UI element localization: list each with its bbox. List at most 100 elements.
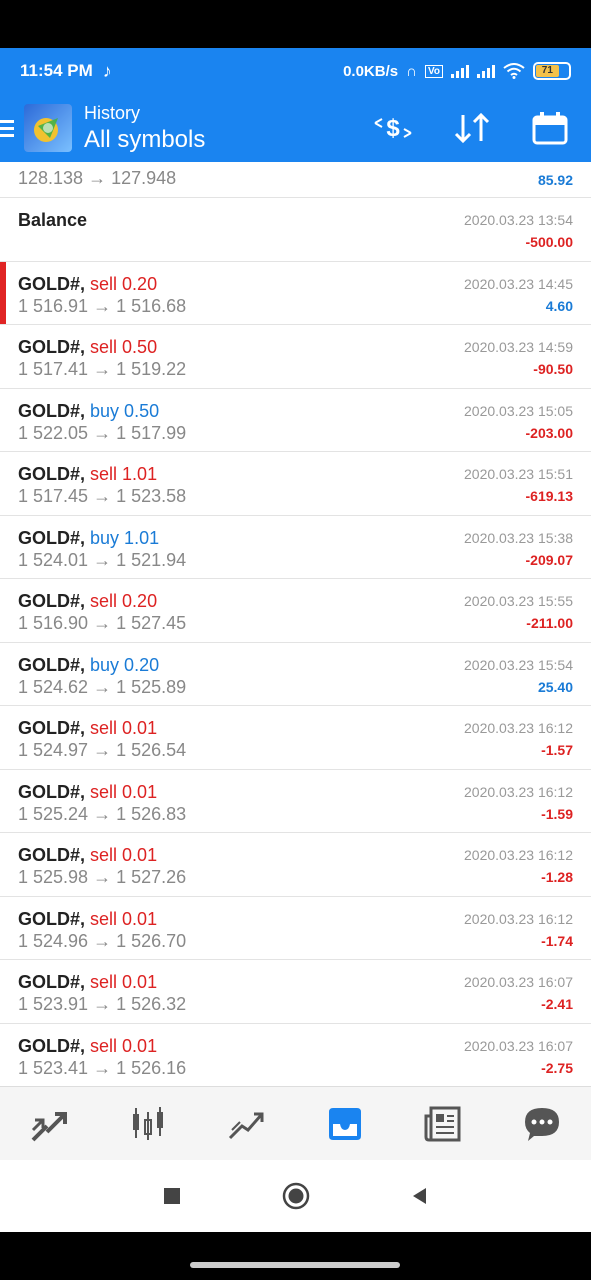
trade-profit: -619.13 <box>525 488 573 504</box>
trade-action: buy 0.50 <box>90 400 160 421</box>
trade-title: GOLD#, sell 0.01 <box>18 782 157 803</box>
trade-date: 2020.03.23 15:38 <box>464 529 573 546</box>
trade-action: sell 0.50 <box>90 337 158 357</box>
trade-prices: 1 524.97 → 1 526.54 <box>18 740 187 760</box>
list-item[interactable]: GOLD#, sell 0.20 1 516.90 → 1 527.45 2020.… <box>0 579 591 643</box>
trade-action: buy 1.01 <box>90 527 160 548</box>
trade-date: 2020.03.23 15:55 <box>464 593 573 609</box>
trade-title: GOLD#, sell 0.50 <box>18 337 157 358</box>
trade-profit: -203.00 <box>525 424 573 441</box>
trade-title: GOLD#, sell 0.01 <box>18 972 157 993</box>
trade-title: GOLD#, buy 1.01 <box>18 528 159 549</box>
trade-title: GOLD#, sell 0.01 <box>18 909 157 930</box>
trade-profit: -1.74 <box>541 932 573 949</box>
trade-prices: 1 517.45 → 1 523.58 <box>18 486 187 506</box>
trade-symbol: GOLD#, <box>18 908 86 929</box>
trade-profit: 25.40 <box>537 678 573 695</box>
list-item[interactable]: GOLD#, sell 0.50 1 517.41 → 1 519.22 2020.… <box>0 325 591 389</box>
menu-icon[interactable] <box>0 119 14 137</box>
history-icon[interactable] <box>317 1096 373 1152</box>
trade-date: 2020.03.23 16:12 <box>464 910 573 927</box>
trade-symbol: GOLD#, <box>18 718 86 738</box>
recents-icon[interactable] <box>162 1186 182 1206</box>
volte-icon: Vo <box>424 64 443 78</box>
calendar-icon[interactable] <box>531 110 569 146</box>
list-item[interactable]: GOLD#, sell 0.01 1 525.24 → 1 526.83 2020.… <box>0 770 591 833</box>
home-icon[interactable] <box>282 1182 310 1210</box>
status-time: 11:54 PM <box>20 61 93 80</box>
trade-profit: 4.60 <box>545 297 573 314</box>
trade-profit: -1.57 <box>541 742 573 758</box>
trade-date: 2020.03.23 16:07 <box>464 1037 573 1054</box>
trade-title: GOLD#, sell 0.20 <box>18 591 157 612</box>
trade-date: 2020.03.23 14:59 <box>464 339 573 355</box>
trade-symbol: GOLD#, <box>18 591 86 611</box>
trade-date: 2020.03.23 15:54 <box>464 656 573 673</box>
trade-symbol: GOLD#, <box>18 845 86 865</box>
tiktok-icon: ♪ <box>102 60 112 81</box>
trade-action: sell 0.01 <box>90 972 158 992</box>
list-item[interactable]: GOLD#, sell 0.20 1 516.91 → 1 516.68 2020.… <box>0 261 591 325</box>
wifi-icon <box>503 63 525 79</box>
sort-icon[interactable] <box>453 111 491 145</box>
quotes-icon[interactable] <box>21 1096 77 1152</box>
list-item[interactable]: GOLD#, sell 0.01 1 524.97 → 1 526.54 2020.… <box>0 706 591 770</box>
trade-date: 2020.03.23 15:05 <box>464 402 573 419</box>
list-item[interactable]: GOLD#, sell 0.01 1 523.41 → 1 526.16 2020.… <box>0 1024 591 1087</box>
signal-icon <box>451 64 469 78</box>
trade-profit: -2.75 <box>541 1059 573 1076</box>
trade-prices: 1 524.01 → 1 521.94 <box>18 549 187 570</box>
list-item[interactable]: GOLD#, sell 0.01 1 525.98 → 1 527.26 2020.… <box>0 833 591 897</box>
list-item[interactable]: GOLD#, sell 0.01 1 524.96 → 1 526.70 2020.… <box>0 897 591 960</box>
news-icon[interactable] <box>415 1096 471 1152</box>
trade-date: 2020.03.23 16:12 <box>464 720 573 736</box>
trade-date: 2020.03.23 16:12 <box>464 847 573 863</box>
trade-profit: 85.92 <box>537 172 573 188</box>
trade-action: buy 0.20 <box>90 654 160 675</box>
trade-date: 2020.03.23 13:54 <box>464 212 573 228</box>
svg-text:$: $ <box>386 115 400 142</box>
battery-icon: 71 <box>533 62 571 80</box>
trade-title: GOLD#, sell 0.01 <box>18 845 157 866</box>
messages-icon[interactable] <box>514 1096 570 1152</box>
trade-symbol: GOLD#, <box>18 337 86 357</box>
list-item[interactable]: GOLD#, buy 0.50 1 522.05 → 1 517.99 2020.0… <box>0 389 591 452</box>
trade-profit: -211.00 <box>526 615 573 631</box>
bottom-nav <box>0 1086 591 1160</box>
trade-profit: -209.07 <box>525 551 573 568</box>
list-item[interactable]: 128.138 → 127.948 85.92 <box>0 162 591 198</box>
trade-action: sell 0.01 <box>90 908 158 929</box>
trade-action: sell 0.20 <box>90 591 158 611</box>
list-item[interactable]: GOLD#, sell 0.01 1 523.91 → 1 526.32 2020.… <box>0 960 591 1024</box>
trade-action: sell 0.01 <box>90 781 158 802</box>
trade-icon[interactable] <box>218 1096 274 1152</box>
currency-filter-icon[interactable]: $ <box>373 111 413 145</box>
trade-symbol: GOLD#, <box>18 972 86 992</box>
trade-prices: 1 522.05 → 1 517.99 <box>18 422 187 443</box>
page-title[interactable]: All symbols <box>84 126 205 154</box>
trade-profit: -1.59 <box>541 805 573 822</box>
trade-action: sell 0.01 <box>90 845 158 865</box>
list-item[interactable]: GOLD#, sell 1.01 1 517.45 → 1 523.58 2020.… <box>0 452 591 516</box>
history-list[interactable]: 128.138 → 127.948 85.92 Balance 2020.03.… <box>0 162 591 1086</box>
balance-row[interactable]: Balance 2020.03.23 13:54 -500.00 <box>0 198 591 262</box>
list-item[interactable]: GOLD#, buy 1.01 1 524.01 → 1 521.94 2020.0… <box>0 516 591 579</box>
list-item[interactable]: GOLD#, buy 0.20 1 524.62 → 1 525.89 2020.0… <box>0 643 591 706</box>
trade-title: GOLD#, sell 1.01 <box>18 464 157 485</box>
trade-action: sell 0.01 <box>90 718 158 738</box>
top-bezel <box>0 0 591 48</box>
trade-prices: 128.138 → 127.948 <box>18 168 177 188</box>
trade-symbol: GOLD#, <box>18 273 86 294</box>
balance-label: Balance <box>18 210 88 230</box>
trade-date: 2020.03.23 15:51 <box>464 466 573 482</box>
trade-prices: 1 517.41 → 1 519.22 <box>18 359 187 379</box>
trade-profit: -500.00 <box>525 234 573 250</box>
trade-symbol: GOLD#, <box>18 1035 86 1056</box>
gesture-bar[interactable] <box>190 1262 400 1268</box>
chart-icon[interactable] <box>120 1096 176 1152</box>
trade-action: sell 0.20 <box>90 273 158 294</box>
back-icon[interactable] <box>410 1186 430 1206</box>
trade-prices: 1 516.90 → 1 527.45 <box>18 613 187 633</box>
headphones-icon: ∩ <box>406 62 417 80</box>
trade-date: 2020.03.23 16:12 <box>464 783 573 800</box>
